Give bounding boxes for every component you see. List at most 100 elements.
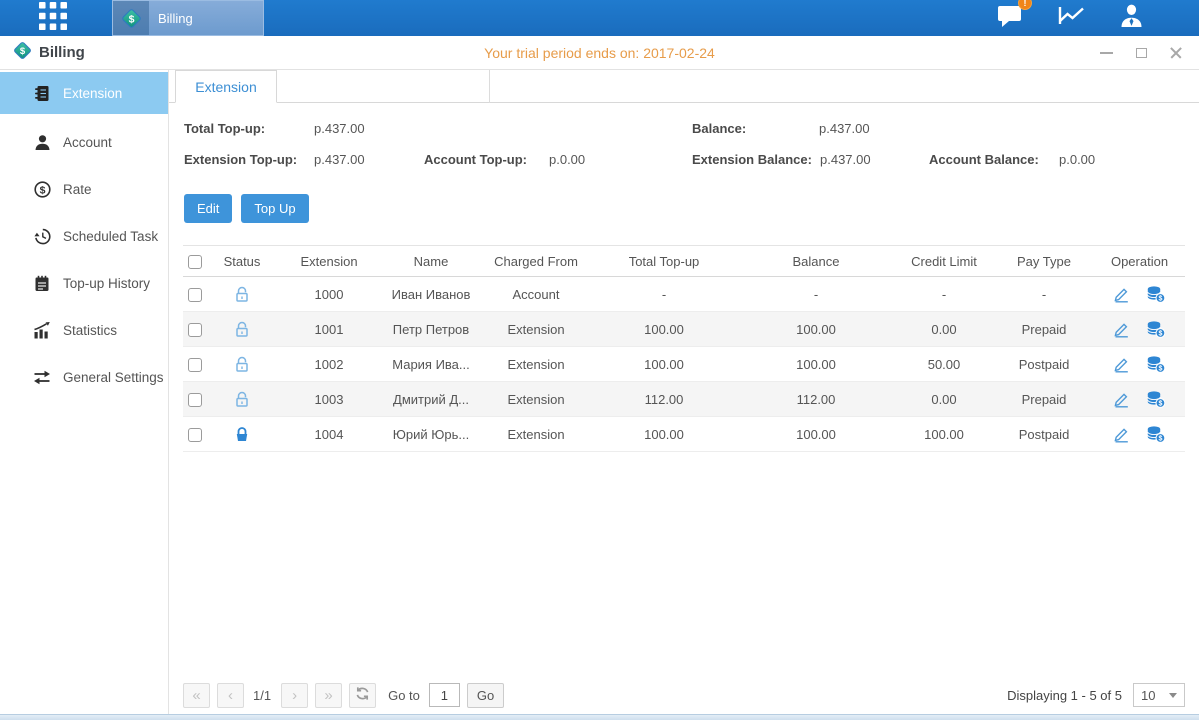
window-controls — [1099, 36, 1183, 69]
edit-pencil-icon[interactable] — [1113, 391, 1130, 408]
topup-coins-icon[interactable]: $ — [1146, 286, 1166, 303]
general-settings-icon — [33, 370, 51, 385]
edit-pencil-icon[interactable] — [1113, 426, 1130, 443]
pagination-bar: « ‹ 1/1 › » Go to — [183, 682, 1185, 708]
topup-coins-icon[interactable]: $ — [1146, 321, 1166, 338]
edit-pencil-icon[interactable] — [1113, 321, 1130, 338]
table-row: 1004 Юрий Юрь... Extension 100.00 100.00… — [183, 417, 1185, 452]
sidebar-item-label: Account — [63, 135, 112, 150]
sidebar-item-statistics[interactable]: Statistics — [0, 307, 168, 354]
prev-page-button[interactable]: ‹ — [217, 683, 244, 708]
topup-coins-icon[interactable]: $ — [1146, 426, 1166, 443]
total-topup-cell: 100.00 — [591, 322, 737, 337]
row-checkbox[interactable] — [188, 428, 202, 442]
name-cell: Дмитрий Д... — [381, 392, 481, 407]
first-page-button[interactable]: « — [183, 683, 210, 708]
tab-extension[interactable]: Extension — [175, 70, 277, 103]
taskbar: $ Billing ! — [0, 0, 1199, 36]
main-row: Extension Account $ Rate — [0, 70, 1199, 714]
col-status: Status — [207, 254, 277, 269]
row-checkbox[interactable] — [188, 358, 202, 372]
scheduled-task-icon — [33, 228, 51, 245]
col-total-topup: Total Top-up — [591, 254, 737, 269]
col-pay-type: Pay Type — [993, 254, 1095, 269]
pay-type-cell: Prepaid — [993, 322, 1095, 337]
svg-text:$: $ — [20, 45, 26, 56]
billing-summary: Total Top-up: p.437.00 Balance: p.437.00… — [169, 103, 1199, 181]
status-lock-icon[interactable] — [207, 425, 277, 442]
sidebar-item-label: General Settings — [63, 370, 164, 385]
action-buttons: Edit Top Up — [184, 194, 1199, 223]
name-cell: Иван Иванов — [381, 287, 481, 302]
extension-topup-label: Extension Top-up: — [184, 152, 297, 167]
taskbar-billing-task[interactable]: $ Billing — [112, 0, 264, 36]
status-lock-icon[interactable] — [207, 320, 277, 337]
select-all-checkbox[interactable] — [188, 255, 202, 269]
sidebar-item-rate[interactable]: $ Rate — [0, 166, 168, 213]
account-balance-value: p.0.00 — [1059, 152, 1095, 167]
edit-pencil-icon[interactable] — [1113, 356, 1130, 373]
svg-text:$: $ — [1158, 365, 1162, 372]
svg-text:$: $ — [1158, 330, 1162, 337]
status-lock-icon[interactable] — [207, 285, 277, 302]
sidebar-item-scheduled-task[interactable]: Scheduled Task — [0, 213, 168, 260]
table-row: 1003 Дмитрий Д... Extension 112.00 112.0… — [183, 382, 1185, 417]
sidebar-item-topup-history[interactable]: Top-up History — [0, 260, 168, 307]
row-checkbox[interactable] — [188, 323, 202, 337]
col-credit-limit: Credit Limit — [895, 254, 993, 269]
account-topup-value: p.0.00 — [549, 152, 585, 167]
svg-text:$: $ — [1158, 295, 1162, 302]
sidebar-item-label: Extension — [63, 86, 122, 101]
goto-page-input[interactable] — [429, 683, 460, 707]
next-page-button[interactable]: › — [281, 683, 308, 708]
app-menu-button[interactable] — [35, 5, 71, 32]
topup-coins-icon[interactable]: $ — [1146, 356, 1166, 373]
pay-type-cell: - — [993, 287, 1095, 302]
refresh-button[interactable] — [349, 683, 376, 708]
status-lock-icon[interactable] — [207, 355, 277, 372]
page-size-value: 10 — [1141, 688, 1155, 703]
chevron-down-icon — [1169, 693, 1177, 698]
tab-strip: Extension — [169, 70, 1199, 103]
edit-pencil-icon[interactable] — [1113, 286, 1130, 303]
go-button[interactable]: Go — [467, 683, 504, 708]
extension-cell: 1001 — [277, 322, 381, 337]
close-button[interactable] — [1169, 46, 1183, 60]
total-topup-cell: 100.00 — [591, 357, 737, 372]
notifications-button[interactable]: ! — [997, 3, 1024, 33]
maximize-icon — [1136, 48, 1147, 58]
table-row: 1000 Иван Иванов Account - - - - $ — [183, 277, 1185, 312]
page-indicator: 1/1 — [253, 688, 271, 703]
maximize-button[interactable] — [1134, 46, 1148, 60]
status-lock-icon[interactable] — [207, 390, 277, 407]
total-topup-value: p.437.00 — [314, 121, 365, 136]
extension-topup-value: p.437.00 — [314, 152, 365, 167]
page-size-select[interactable]: 10 — [1133, 683, 1185, 707]
row-checkbox[interactable] — [188, 288, 202, 302]
svg-text:$: $ — [128, 13, 134, 25]
sidebar-item-extension[interactable]: Extension — [0, 72, 168, 114]
total-topup-cell: - — [591, 287, 737, 302]
rate-icon: $ — [33, 181, 51, 198]
sidebar-item-account[interactable]: Account — [0, 119, 168, 166]
edit-button[interactable]: Edit — [184, 194, 232, 223]
row-checkbox[interactable] — [188, 393, 202, 407]
top-up-button[interactable]: Top Up — [241, 194, 308, 223]
col-extension: Extension — [277, 254, 381, 269]
credit-limit-cell: 50.00 — [895, 357, 993, 372]
minimize-icon — [1100, 52, 1113, 54]
screen: $ Billing ! — [0, 0, 1199, 720]
account-balance-label: Account Balance: — [929, 152, 1039, 167]
balance-cell: 112.00 — [737, 392, 895, 407]
topup-coins-icon[interactable]: $ — [1146, 391, 1166, 408]
table-header: Status Extension Name Charged From Total… — [183, 245, 1185, 277]
sidebar-item-general-settings[interactable]: General Settings — [0, 354, 168, 401]
minimize-button[interactable] — [1099, 46, 1113, 60]
extension-cell: 1004 — [277, 427, 381, 442]
user-menu-button[interactable] — [1119, 4, 1144, 32]
charged-from-cell: Extension — [481, 357, 591, 372]
last-page-button[interactable]: » — [315, 683, 342, 708]
window-title: Billing — [39, 44, 85, 61]
monitor-button[interactable] — [1058, 4, 1085, 33]
credit-limit-cell: 100.00 — [895, 427, 993, 442]
